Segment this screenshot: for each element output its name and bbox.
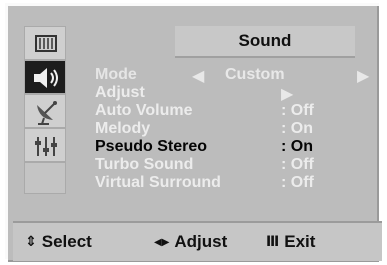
mode-value: Custom — [225, 66, 285, 83]
left-arrow-icon[interactable]: ◀ — [192, 66, 204, 86]
menu-item-label: Turbo Sound — [95, 156, 194, 173]
exit-label: Exit — [284, 232, 316, 251]
menu-item-value: : On — [281, 120, 313, 137]
satellite-dish-icon — [37, 101, 57, 125]
select-hint: ⇕ Select — [25, 232, 92, 252]
menu-item-label: Melody — [95, 120, 151, 137]
sidebar — [24, 26, 68, 194]
select-label: Select — [41, 232, 92, 251]
menu-list: Mode ◀ Custom ▶ Adjust ▶ Auto Volume : O… — [83, 63, 369, 193]
exit-hint: Ⅲ Exit — [266, 232, 315, 252]
menu-item-label: Pseudo Stereo — [95, 138, 208, 155]
menu-item-label: Mode — [95, 66, 137, 83]
page-title: Sound — [238, 31, 292, 50]
right-arrow-icon[interactable]: ▶ — [357, 66, 369, 86]
sidebar-item-picture[interactable] — [24, 26, 66, 60]
speaker-icon — [34, 68, 58, 88]
menu-item-value: : Off — [281, 102, 314, 119]
osd-window: Sound Mode ◀ Custom ▶ Adjust ▶ Auto Volu… — [5, 3, 382, 262]
menu-icon: Ⅲ — [266, 233, 280, 249]
picture-icon — [35, 35, 57, 52]
menu-item-value: : Off — [281, 156, 314, 173]
footer-help-bar: ⇕ Select ◀▶ Adjust Ⅲ Exit — [13, 221, 382, 261]
menu-item-label: Virtual Surround — [95, 174, 221, 191]
sidebar-item-channel[interactable] — [24, 94, 66, 128]
menu-item-label: Adjust — [95, 84, 145, 101]
sidebar-item-sound[interactable] — [24, 60, 66, 94]
setup-sliders-icon — [35, 137, 57, 156]
sidebar-empty-slot — [24, 162, 66, 194]
up-down-icon: ⇕ — [25, 233, 37, 249]
menu-title-bar: Sound — [175, 26, 355, 58]
menu-item-value: : On — [281, 138, 313, 155]
menu-item-label: Auto Volume — [95, 102, 193, 119]
sidebar-item-setup[interactable] — [24, 128, 66, 162]
right-arrow-icon: ▶ — [281, 86, 294, 103]
adjust-label: Adjust — [174, 232, 228, 251]
menu-item-value: : Off — [281, 174, 314, 191]
left-right-icon: ◀▶ — [154, 237, 170, 248]
adjust-hint: ◀▶ Adjust — [154, 232, 227, 252]
